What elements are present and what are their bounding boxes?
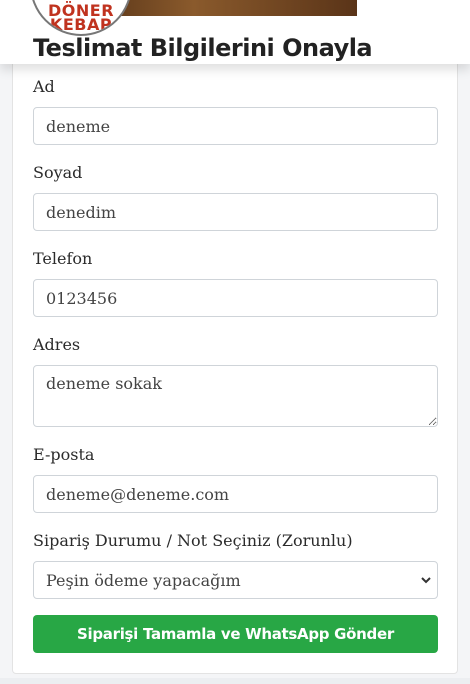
- logo-text-line2: KEBAP: [49, 15, 113, 34]
- order-status-label: Sipariş Durumu / Not Seçiniz (Zorunlu): [33, 531, 353, 550]
- address-label: Adres: [33, 335, 81, 354]
- address-textarea[interactable]: deneme sokak: [33, 365, 438, 427]
- submit-order-button[interactable]: Siparişi Tamamla ve WhatsApp Gönder: [33, 615, 438, 653]
- first-name-label: Ad: [33, 77, 55, 96]
- brand-logo[interactable]: DÖNER KEBAP: [30, 0, 132, 36]
- email-input[interactable]: [33, 475, 438, 513]
- last-name-label: Soyad: [33, 163, 83, 182]
- last-name-input[interactable]: [33, 193, 438, 231]
- order-status-select[interactable]: Peşin ödeme yapacağım: [33, 561, 438, 599]
- phone-input[interactable]: [33, 279, 438, 317]
- phone-label: Telefon: [33, 249, 93, 268]
- page-footer-edge: [0, 678, 470, 684]
- first-name-input[interactable]: [33, 107, 438, 145]
- page-title: Teslimat Bilgilerini Onayla: [33, 34, 373, 62]
- email-label: E-posta: [33, 445, 95, 464]
